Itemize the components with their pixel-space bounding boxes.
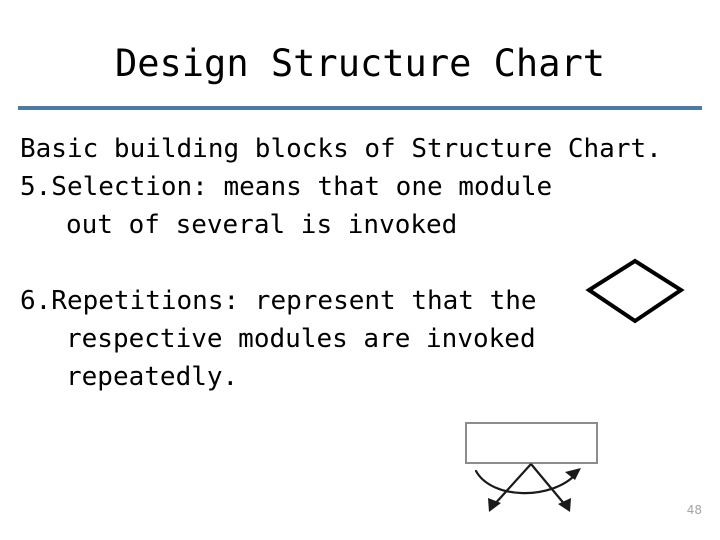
page-number: 48 (686, 503, 702, 517)
list-item-selection: 5.Selection: means that one module out o… (20, 168, 700, 244)
diamond-outline (585, 258, 685, 324)
intro-paragraph: Basic building blocks of Structure Chart… (20, 130, 700, 168)
module-box-outline (465, 422, 598, 464)
loop-arc-shaft (474, 469, 578, 495)
title-divider (18, 106, 702, 110)
selection-diamond-shape (585, 258, 685, 324)
page-title: Design Structure Chart (114, 42, 606, 85)
loop-arc-arrow (474, 468, 581, 495)
selection-line-1: 5.Selection: means that one module (20, 172, 553, 202)
fan-arrow-left-shaft (492, 463, 532, 507)
diamond-icon (585, 258, 685, 324)
slide: Design Structure Chart Basic building bl… (0, 0, 720, 540)
intro-line-1: Basic building blocks of Structure (20, 134, 553, 164)
loop-arc-head (565, 468, 581, 480)
repetition-symbol-shape (460, 418, 605, 523)
fan-out-arrows (488, 463, 571, 512)
repetition-icon (465, 422, 598, 512)
selection-line-2: out of several is invoked (66, 210, 458, 240)
repetitions-line-3: repeatedly. (66, 362, 239, 392)
intro-line-2: Chart. (567, 134, 662, 164)
repetitions-line-2: respective modules are invoked (66, 324, 536, 354)
